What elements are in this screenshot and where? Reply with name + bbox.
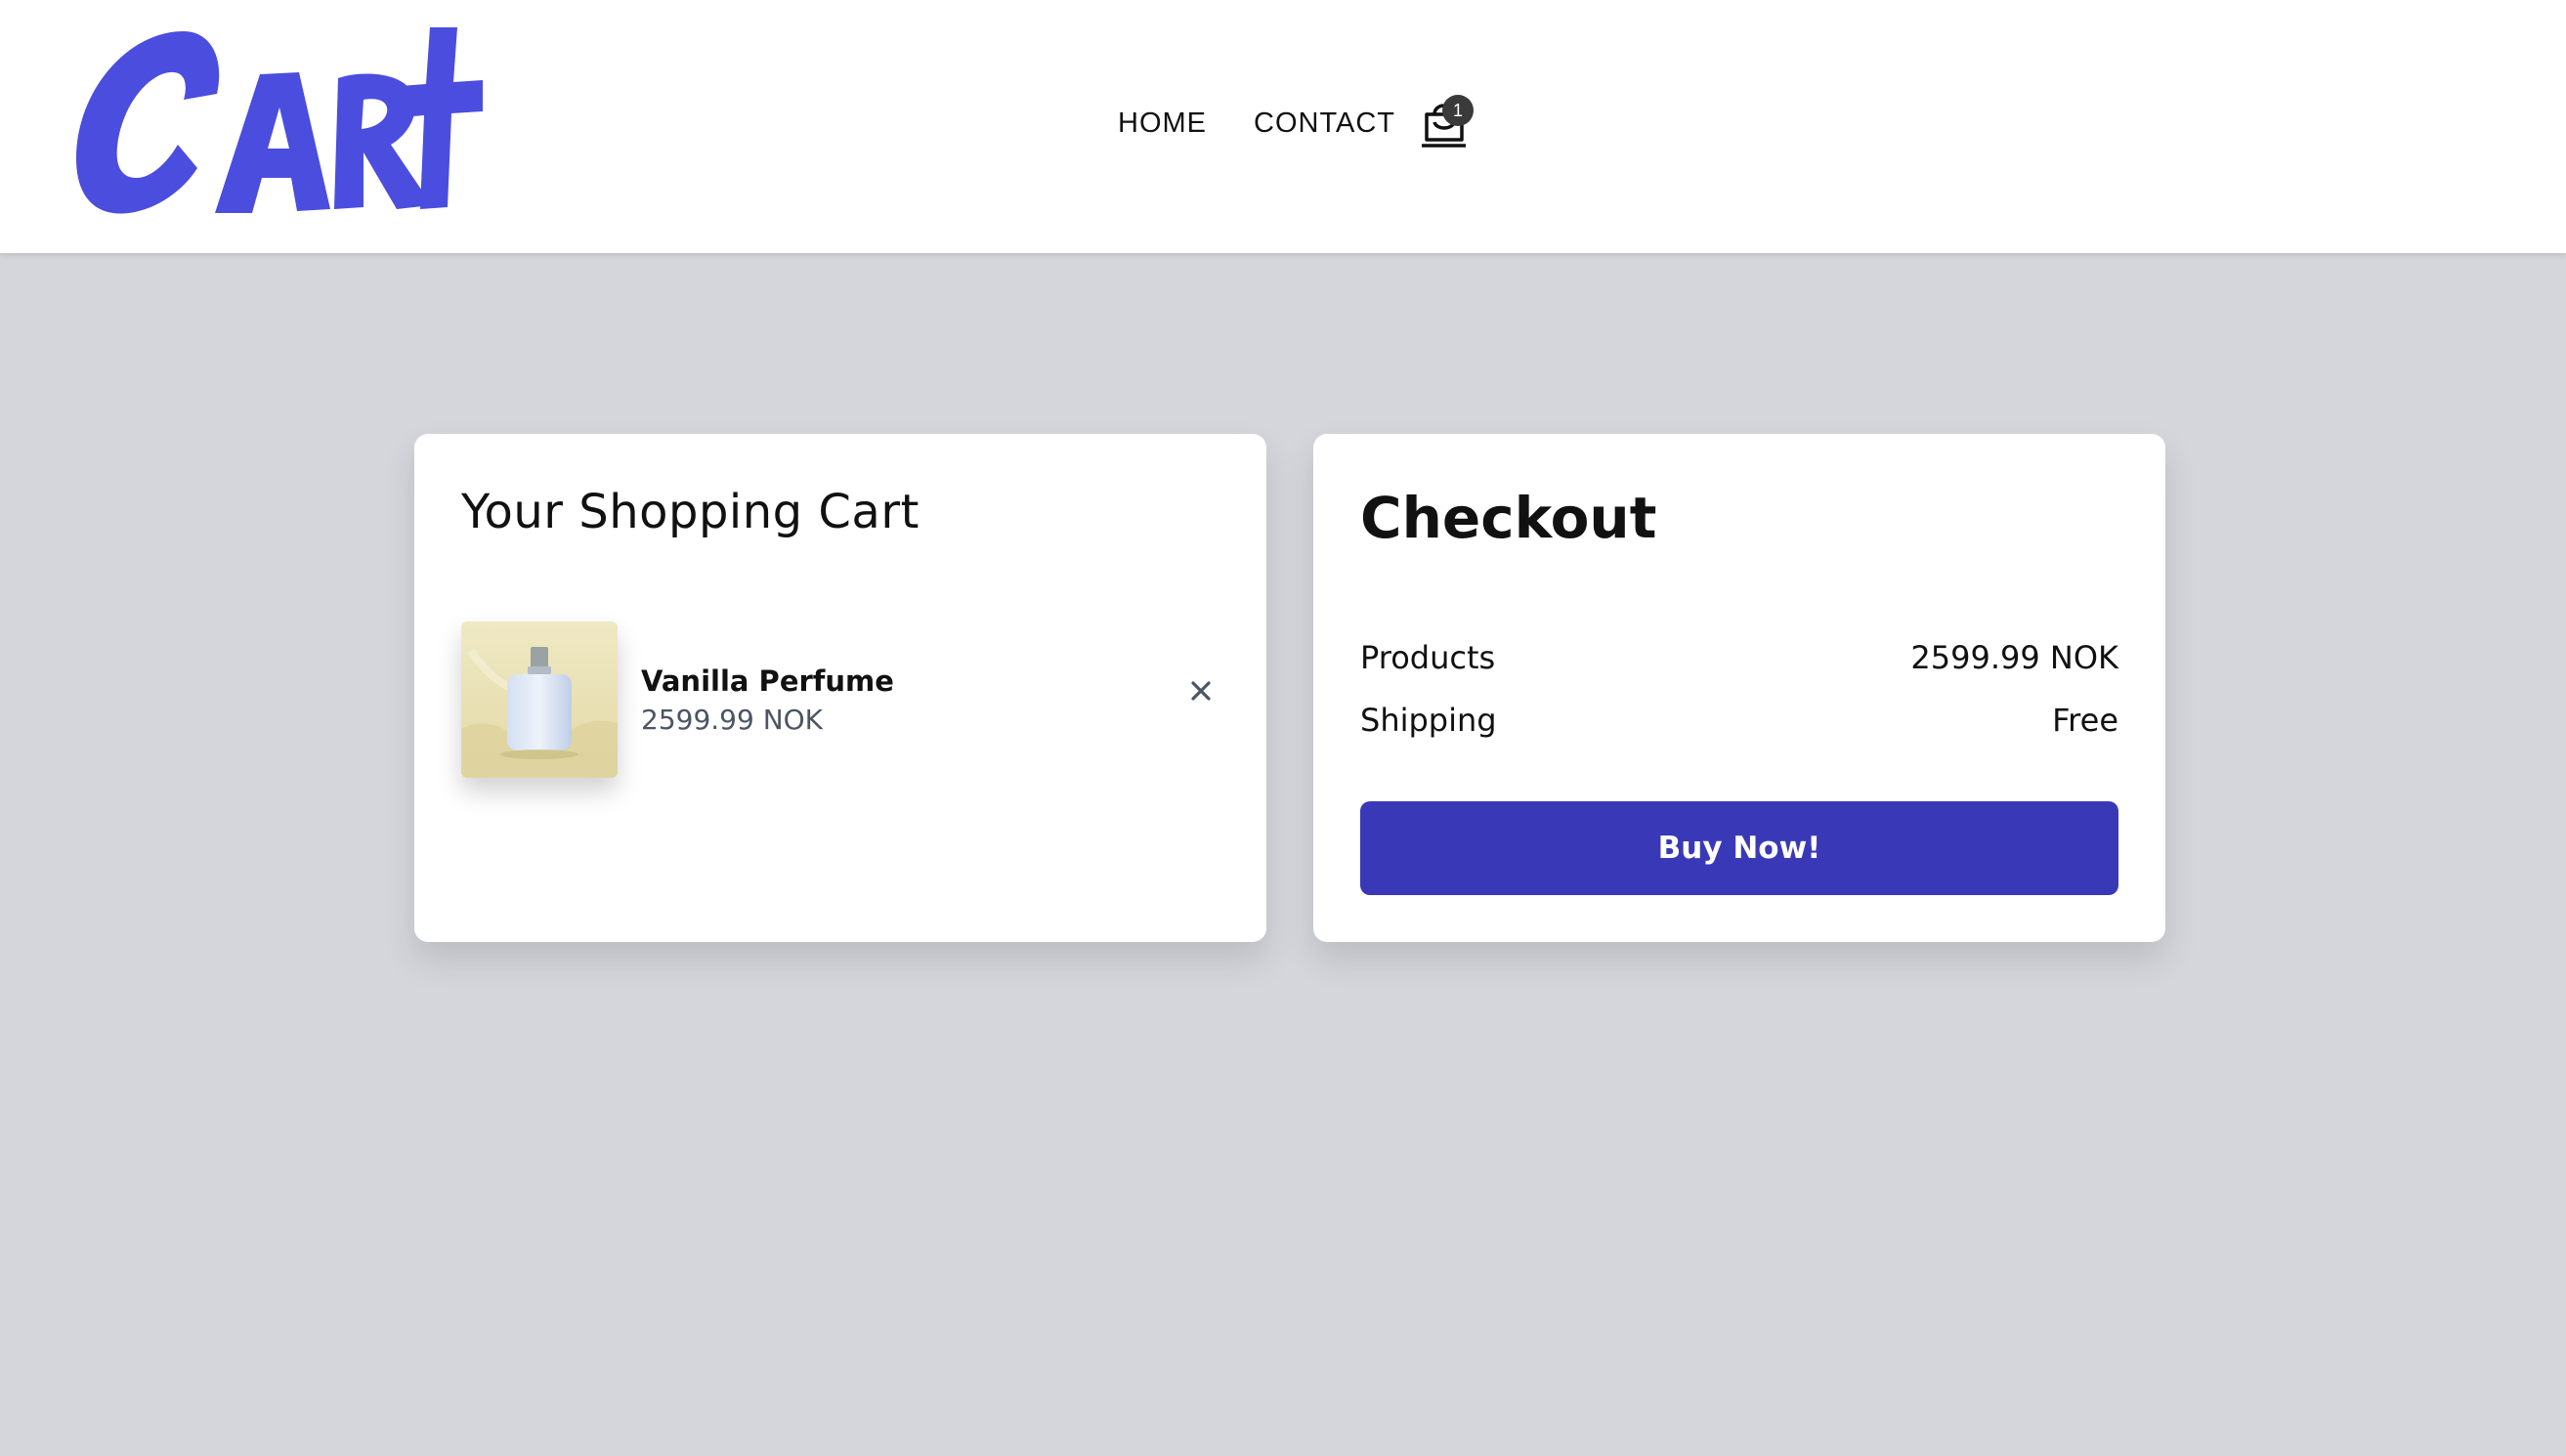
cart-item: Vanilla Perfume 2599.99 NOK [461, 621, 1233, 778]
cart-title: Your Shopping Cart [461, 485, 919, 539]
logo[interactable] [68, 21, 489, 227]
shipping-label: Shipping [1360, 702, 1497, 739]
item-price: 2599.99 NOK [641, 704, 824, 736]
checkout-title: Checkout [1360, 485, 1657, 551]
products-value: 2599.99 NOK [1910, 639, 2118, 676]
nav-contact-link[interactable]: CONTACT [1254, 107, 1395, 140]
shopping-cart-panel: Your Shopping Cart Vanilla Perfume 2599.… [414, 434, 1266, 942]
product-thumbnail[interactable] [461, 621, 618, 778]
cart-count-badge: 1 [1442, 95, 1474, 126]
nav-home-link[interactable]: HOME [1118, 107, 1207, 140]
shipping-summary-row: Shipping Free [1360, 702, 2118, 739]
checkout-panel: Checkout Products 2599.99 NOK Shipping F… [1313, 434, 2165, 942]
perfume-bottle-image [461, 621, 618, 778]
site-header: HOME CONTACT 1 [0, 0, 2566, 253]
item-name: Vanilla Perfume [641, 664, 894, 698]
remove-item-button[interactable] [1180, 670, 1221, 711]
products-summary-row: Products 2599.99 NOK [1360, 639, 2118, 676]
products-label: Products [1360, 639, 1496, 676]
main-nav: HOME CONTACT [1118, 102, 1395, 145]
cart-button[interactable]: 1 [1419, 93, 1477, 151]
shipping-value: Free [2052, 702, 2118, 739]
close-icon [1191, 681, 1211, 701]
buy-now-button[interactable]: Buy Now! [1360, 801, 2118, 895]
